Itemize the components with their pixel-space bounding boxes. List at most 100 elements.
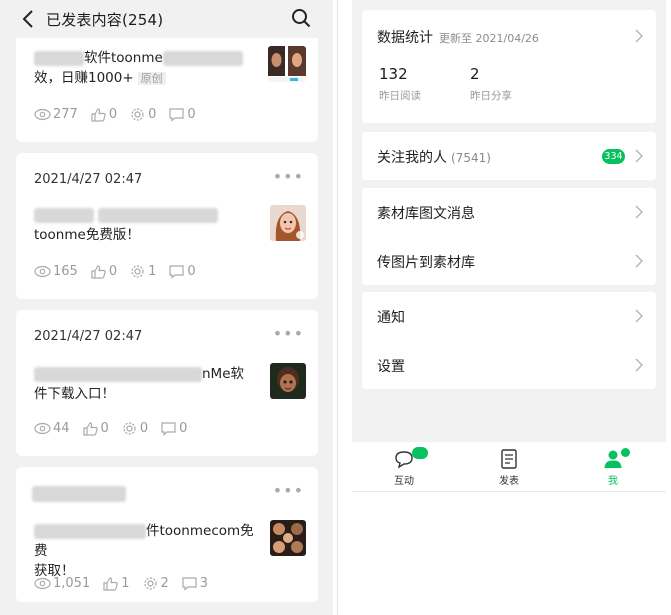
blurred-date xyxy=(32,486,126,502)
gear-icon xyxy=(123,421,136,435)
more-options-icon[interactable]: ••• xyxy=(273,167,304,186)
shares-stat: 0 xyxy=(121,420,148,436)
post-date: 2021/4/27 02:47 xyxy=(34,329,143,344)
back-arrow-icon[interactable] xyxy=(20,8,38,30)
library-group: 素材库图文消息 传图片到素材库 xyxy=(362,188,656,285)
stats-title: 数据统计 更新至 2021/04/26 xyxy=(377,30,539,46)
tab-publish[interactable]: 发表 xyxy=(479,448,539,487)
followers-row[interactable]: 关注我的人 (7541) 334 xyxy=(362,132,656,180)
page-title: 已发表内容(254) xyxy=(46,11,164,29)
document-icon xyxy=(501,449,517,469)
post-thumbnail xyxy=(270,520,306,556)
likes-stat: 0 xyxy=(82,420,109,436)
post-thumbnail xyxy=(270,363,306,399)
gear-icon xyxy=(131,264,144,278)
thumbs-up-icon xyxy=(82,421,98,436)
comment-icon xyxy=(182,576,197,591)
tab-me[interactable]: 我 xyxy=(583,448,643,487)
post-card[interactable]: 2021/4/27 02:47 ••• nMe软 件下载入口！ 44 0 0 0 xyxy=(16,310,318,456)
views-stat: 44 xyxy=(34,420,70,436)
post-card[interactable]: 软件toonme 效，日赚1000+ 原创 277 0 0 0 xyxy=(16,38,318,142)
search-icon[interactable] xyxy=(290,7,312,29)
chevron-right-icon xyxy=(635,358,644,372)
blurred-text xyxy=(34,207,94,223)
comment-icon xyxy=(169,264,184,279)
bottom-tab-bar: 互动 发表 我 xyxy=(352,442,666,492)
stats-updated: 更新至 2021/04/26 xyxy=(439,32,539,45)
tab-me-label: 我 xyxy=(608,476,618,487)
thumbs-up-icon xyxy=(103,576,118,591)
eye-icon xyxy=(34,422,51,434)
shares-label: 昨日分享 xyxy=(470,90,512,102)
reads-label: 昨日阅读 xyxy=(379,90,421,102)
tab-interaction[interactable]: 互动 xyxy=(374,447,434,487)
shares-stat: 0 xyxy=(129,106,156,122)
blurred-text xyxy=(34,366,202,382)
likes-stat: 1 xyxy=(102,575,130,591)
views-stat: 277 xyxy=(34,106,78,122)
panel-divider xyxy=(337,0,338,615)
blurred-text xyxy=(162,50,243,66)
thumbs-up-icon xyxy=(91,107,106,122)
notifications-row[interactable]: 通知 xyxy=(362,292,656,340)
gear-icon xyxy=(143,576,157,590)
chevron-right-icon xyxy=(635,205,644,219)
library-articles-row[interactable]: 素材库图文消息 xyxy=(362,188,656,236)
post-stats: 165 0 1 0 xyxy=(34,263,196,279)
post-card[interactable]: 2021/4/27 02:47 ••• toonme免费版！ 165 0 1 0 xyxy=(16,153,318,299)
reads-value: 132 xyxy=(379,65,408,83)
comments-stat: 0 xyxy=(160,420,187,436)
chevron-right-icon xyxy=(635,29,644,43)
blurred-text xyxy=(98,207,219,223)
comments-stat: 3 xyxy=(181,575,208,591)
shares-stat: 1 xyxy=(129,263,156,279)
eye-icon xyxy=(34,577,51,589)
tab-interaction-label: 互动 xyxy=(394,476,414,487)
post-date: 2021/4/27 02:47 xyxy=(34,172,143,187)
post-text: 件toonmecom免费 获取！ xyxy=(34,523,254,579)
misc-group: 通知 设置 xyxy=(362,292,656,389)
profile-panel: 数据统计 更新至 2021/04/26 132 昨日阅读 2 昨日分享 关注我的人… xyxy=(352,0,666,615)
shares-value: 2 xyxy=(470,65,480,83)
eye-icon xyxy=(34,108,51,120)
blurred-text xyxy=(34,523,146,539)
upload-image-row[interactable]: 传图片到素材库 xyxy=(362,237,656,285)
new-followers-badge: 334 xyxy=(602,149,625,164)
data-stats-card[interactable]: 数据统计 更新至 2021/04/26 132 昨日阅读 2 昨日分享 xyxy=(362,10,656,123)
post-thumbnail xyxy=(270,205,306,241)
eye-icon xyxy=(34,265,51,277)
chevron-right-icon xyxy=(635,149,644,163)
settings-label: 设置 xyxy=(377,359,405,375)
chevron-right-icon xyxy=(635,254,644,268)
posts-panel: 已发表内容(254) 软件toonme 效，日赚1000+ 原创 277 0 0… xyxy=(0,0,333,615)
views-stat: 165 xyxy=(34,263,78,279)
upload-image-label: 传图片到素材库 xyxy=(377,255,475,271)
more-options-icon[interactable]: ••• xyxy=(273,324,304,343)
likes-stat: 0 xyxy=(90,106,117,122)
comment-icon xyxy=(161,421,176,436)
original-tag: 原创 xyxy=(137,72,166,85)
posts-header: 已发表内容(254) xyxy=(0,0,333,38)
post-text: 软件toonme 效，日赚1000+ 原创 xyxy=(34,48,266,89)
gear-icon xyxy=(131,107,144,121)
post-card[interactable]: ••• 件toonmecom免费 获取！ 1,051 1 2 3 xyxy=(16,467,318,602)
settings-row[interactable]: 设置 xyxy=(362,341,656,389)
tab-publish-label: 发表 xyxy=(499,476,519,487)
followers-count: (7541) xyxy=(451,151,491,165)
post-stats: 1,051 1 2 3 xyxy=(34,575,208,591)
views-stat: 1,051 xyxy=(34,575,90,591)
post-stats: 277 0 0 0 xyxy=(34,106,196,122)
post-text: nMe软 件下载入口！ xyxy=(34,366,245,402)
comments-stat: 0 xyxy=(168,106,196,122)
library-articles-label: 素材库图文消息 xyxy=(377,206,475,222)
chevron-right-icon xyxy=(635,309,644,323)
thumbs-up-icon xyxy=(91,264,106,279)
shares-stat: 2 xyxy=(142,575,169,591)
post-text: toonme免费版！ xyxy=(34,205,266,245)
post-stats: 44 0 0 0 xyxy=(34,420,187,436)
interaction-badge xyxy=(412,447,428,459)
comments-stat: 0 xyxy=(168,263,196,279)
more-options-icon[interactable]: ••• xyxy=(273,481,304,500)
notifications-label: 通知 xyxy=(377,310,405,326)
likes-stat: 0 xyxy=(90,263,117,279)
